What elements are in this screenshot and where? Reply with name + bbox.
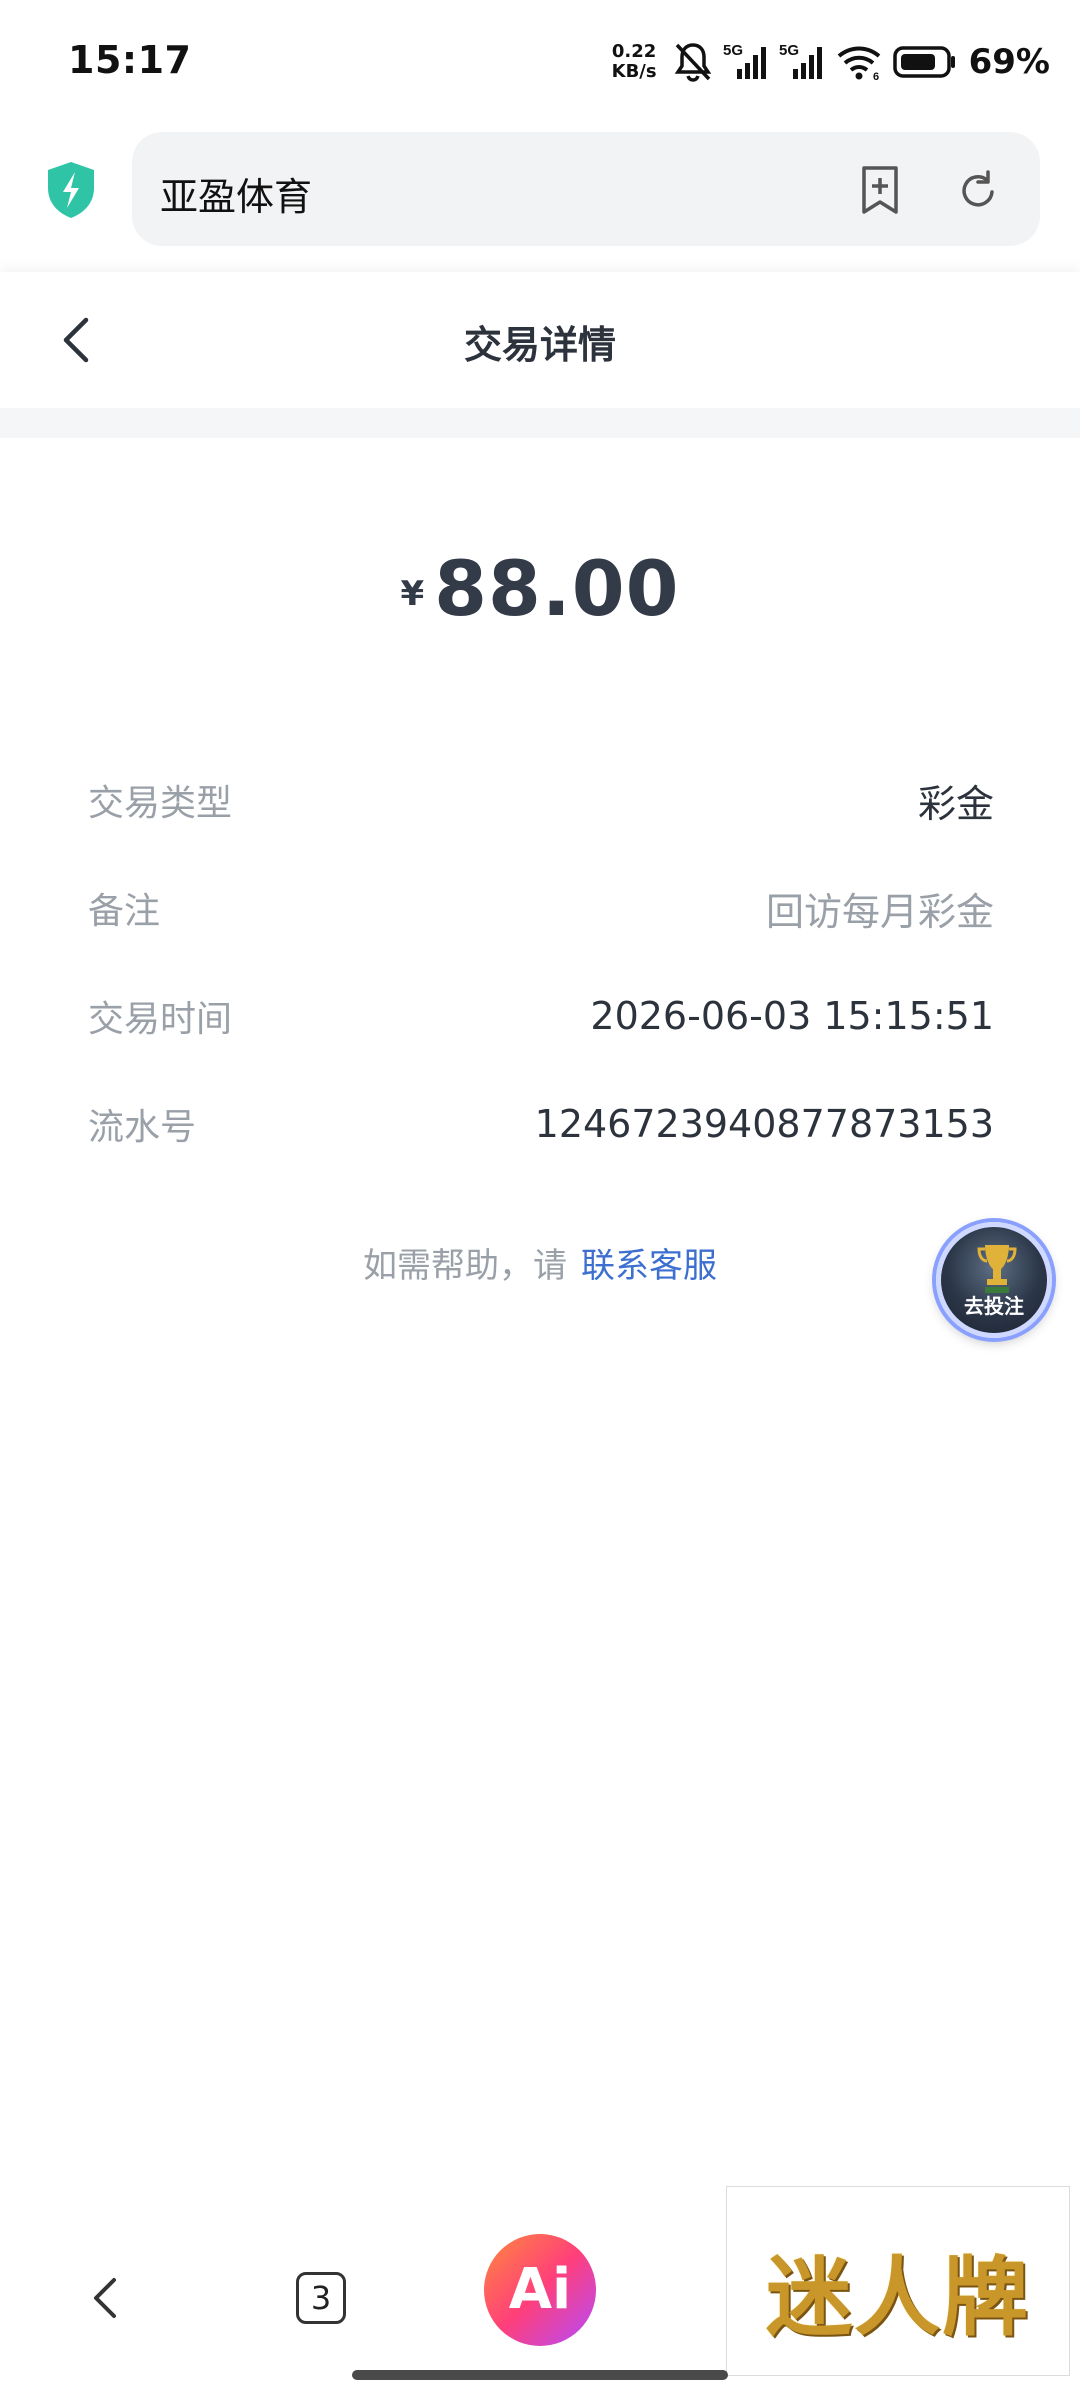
browser-address-bar: 亚盈体育 [0, 120, 1080, 270]
detail-row-time: 交易时间 2026-06-03 15:15:51 [88, 986, 994, 1046]
battery-percent: 69% [968, 42, 1050, 82]
wifi-icon: 6 [835, 37, 883, 87]
bookmark-add-icon[interactable] [852, 162, 908, 218]
page-title: 交易详情 [463, 323, 616, 367]
ai-assistant-button[interactable]: Ai [484, 2234, 596, 2346]
brand-overlay: 迷人牌 [726, 2186, 1070, 2376]
home-indicator[interactable] [352, 2370, 728, 2380]
browser-back-icon[interactable] [84, 2268, 128, 2328]
detail-label: 备注 [88, 891, 161, 932]
detail-value: 彩金 [917, 781, 994, 826]
detail-row-serial: 流水号 1246723940877873153 [88, 1094, 994, 1154]
floating-bet-label: 去投注 [964, 1294, 1024, 1318]
page-header: 交易详情 [0, 272, 1080, 408]
shield-icon[interactable] [44, 160, 98, 220]
header-divider [0, 408, 1080, 438]
detail-row-type: 交易类型 彩金 [88, 770, 994, 830]
svg-text:6: 6 [873, 71, 879, 82]
signal-5g-icon: 5G [723, 37, 769, 87]
mute-bell-icon [673, 37, 713, 87]
network-speed-unit: KB/s [611, 61, 657, 82]
help-line: 如需帮助，请 联系客服 [0, 1238, 1080, 1287]
tabs-count-button[interactable]: 3 [296, 2272, 346, 2324]
detail-value: 2026-06-03 15:15:51 [590, 994, 994, 1038]
svg-text:5G: 5G [779, 42, 799, 59]
status-bar: 15:17 0.22 KB/s 5G 5G 6 69% [0, 0, 1080, 120]
url-field[interactable]: 亚盈体育 [132, 132, 1040, 246]
help-text: 如需帮助，请 [363, 1246, 567, 1286]
detail-value: 1246723940877873153 [534, 1102, 994, 1146]
detail-label: 交易时间 [88, 999, 233, 1040]
battery-icon [892, 37, 957, 87]
status-time: 15:17 [68, 38, 192, 82]
transaction-amount: ¥88.00 [0, 544, 1080, 633]
status-icons: 0.22 KB/s 5G 5G 6 69% [612, 34, 1050, 90]
svg-text:5G: 5G [723, 42, 743, 59]
detail-label: 交易类型 [88, 783, 233, 824]
refresh-icon[interactable] [950, 162, 1006, 218]
detail-row-remark: 备注 回访每月彩金 [88, 878, 994, 938]
network-speed-value: 0.22 [611, 41, 657, 62]
detail-label: 流水号 [88, 1107, 197, 1148]
detail-value: 回访每月彩金 [765, 889, 994, 934]
network-speed: 0.22 KB/s [612, 42, 657, 82]
currency-symbol: ¥ [400, 574, 425, 614]
amount-value: 88.00 [434, 544, 680, 633]
url-text[interactable]: 亚盈体育 [160, 166, 312, 221]
contact-support-link[interactable]: 联系客服 [581, 1246, 717, 1286]
signal-5g-icon: 5G [779, 37, 825, 87]
brand-text: 迷人牌 [766, 2247, 1030, 2348]
floating-bet-button[interactable]: 去投注 [936, 1222, 1052, 1338]
trophy-icon [977, 1241, 1017, 1297]
